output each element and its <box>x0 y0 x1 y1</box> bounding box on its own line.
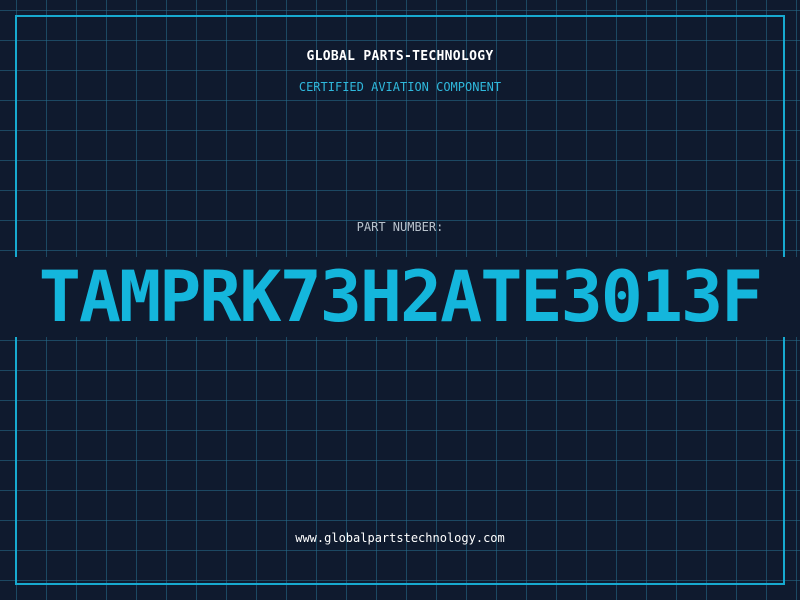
website-url: www.globalpartstechnology.com <box>295 531 505 545</box>
part-number-label: PART NUMBER: <box>356 220 444 234</box>
certification-subtitle: CERTIFIED AVIATION COMPONENT <box>298 80 502 94</box>
certificate-card: GLOBAL PARTS-TECHNOLOGY CERTIFIED AVIATI… <box>0 0 800 600</box>
part-number-value: TAMPRK73H2ATE3013F <box>38 257 764 337</box>
company-name: GLOBAL PARTS-TECHNOLOGY <box>306 49 494 64</box>
